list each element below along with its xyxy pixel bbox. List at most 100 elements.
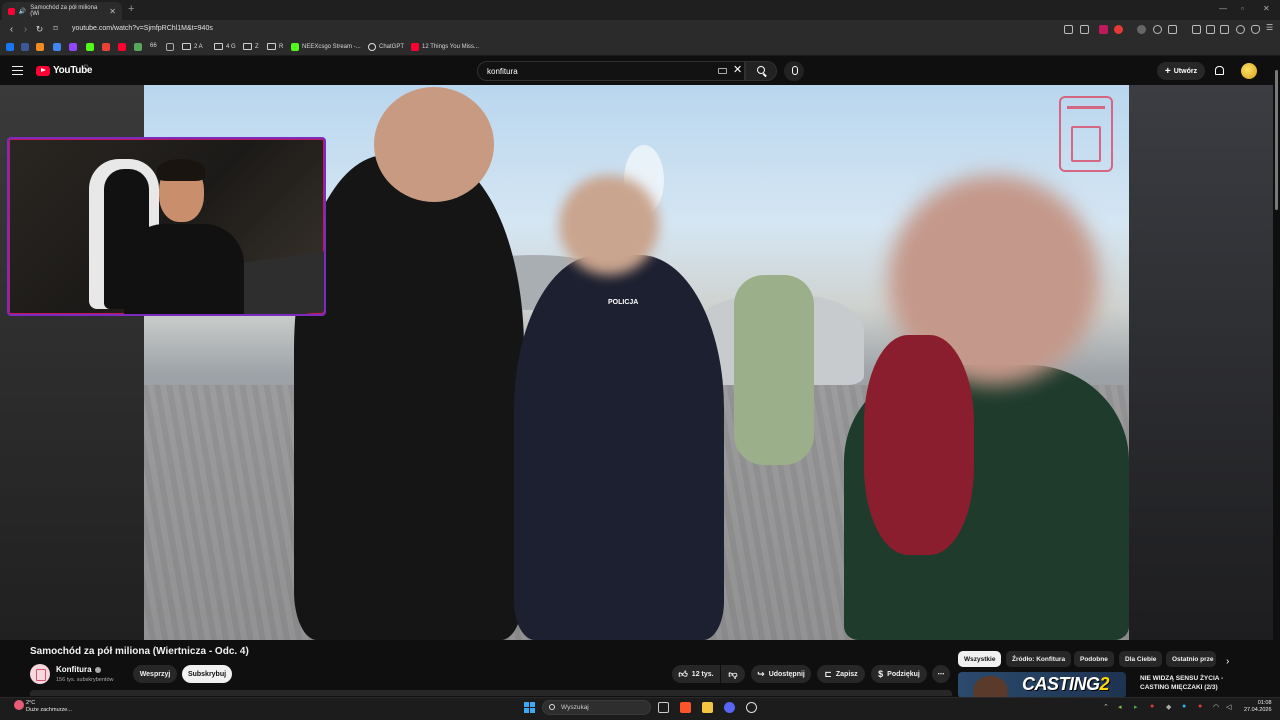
- wallet-icon[interactable]: [1220, 25, 1229, 34]
- back-icon[interactable]: ‹: [4, 24, 19, 35]
- youtube-favicon-icon: [8, 7, 15, 15]
- subscribe-button[interactable]: Subskrybuj: [182, 665, 232, 683]
- thumbs-down-icon: 👎︎: [728, 668, 738, 679]
- keyboard-icon[interactable]: [718, 68, 727, 74]
- more-actions-button[interactable]: ⋯: [932, 665, 950, 683]
- tray-chevron-icon[interactable]: ⌃: [1103, 703, 1109, 711]
- extension-icon-4[interactable]: [1168, 25, 1177, 34]
- steam-icon[interactable]: ●: [1182, 703, 1186, 710]
- start-button-icon[interactable]: [524, 702, 535, 713]
- music-icon[interactable]: [1192, 25, 1201, 34]
- discord-icon[interactable]: [724, 702, 735, 713]
- reload-icon[interactable]: ↻: [32, 24, 47, 35]
- recommendation-title[interactable]: NIE WIDZĄ SENSU ŻYCIA - CASTING MIĘCZAKI…: [1140, 674, 1250, 692]
- chip-for-you[interactable]: Dla Ciebie: [1119, 651, 1163, 667]
- bookmark-link[interactable]: ChatGPT: [368, 43, 404, 51]
- chip-similar[interactable]: Podobne: [1074, 651, 1114, 667]
- volume-icon[interactable]: ◁: [1226, 703, 1231, 711]
- maximize-icon[interactable]: ▫: [1241, 4, 1244, 13]
- browser-tab-active[interactable]: 🔊 Samochód za pół miliona (Wi ✕: [2, 2, 122, 20]
- bookmark-page-icon[interactable]: ⌑: [48, 24, 63, 33]
- channel-watermark-icon: [1059, 96, 1113, 172]
- weather-icon[interactable]: [14, 700, 24, 710]
- tray-app-icon[interactable]: ◆: [1166, 703, 1171, 711]
- task-view-icon[interactable]: [658, 702, 669, 713]
- minimize-icon[interactable]: —: [1219, 4, 1227, 13]
- channel-avatar[interactable]: [30, 664, 50, 684]
- bookmark-folder[interactable]: R: [267, 43, 283, 50]
- tab-title: Samochód za pół miliona (Wi: [30, 5, 98, 17]
- bookmark-link[interactable]: 12 Things You Miss...: [411, 43, 479, 51]
- bookmark-66[interactable]: 66: [150, 43, 157, 49]
- tray-app-icon[interactable]: ▸: [1134, 703, 1138, 711]
- folder-icon: [267, 43, 276, 50]
- ambient-right: [1129, 85, 1280, 640]
- system-clock[interactable]: 01:08 27.04.2026: [1244, 700, 1272, 714]
- extension-shield-icon[interactable]: [1114, 25, 1123, 34]
- support-button[interactable]: Wesprzyj: [133, 665, 177, 683]
- close-window-icon[interactable]: ✕: [1263, 4, 1270, 13]
- bookmark-icon[interactable]: [53, 43, 61, 51]
- bookmark-icon[interactable]: [166, 43, 174, 51]
- taskbar-search[interactable]: Wyszukaj: [542, 700, 651, 715]
- kick-icon[interactable]: [86, 43, 94, 51]
- dislike-button[interactable]: 👎︎: [721, 665, 745, 683]
- chevron-right-icon[interactable]: ›: [1226, 656, 1229, 667]
- bookmark-folder[interactable]: Z: [243, 43, 259, 50]
- settings-icon[interactable]: [1236, 25, 1245, 34]
- thanks-icon: $: [878, 669, 884, 679]
- obs-icon[interactable]: [746, 702, 757, 713]
- bookmark-icon[interactable]: [21, 43, 29, 51]
- like-button[interactable]: 👍︎ 12 tys.: [672, 665, 720, 683]
- extension-icon[interactable]: [1099, 25, 1108, 34]
- file-explorer-icon[interactable]: [702, 702, 713, 713]
- bookmark-link[interactable]: NEEXcsgo Stream -...: [291, 43, 361, 51]
- mic-muted-icon[interactable]: ●: [1198, 703, 1202, 710]
- wifi-icon[interactable]: ◠: [1213, 703, 1219, 711]
- extension-icon-3[interactable]: [1153, 25, 1162, 34]
- extension-icon-2[interactable]: [1137, 25, 1146, 34]
- brave-browser-icon[interactable]: [680, 702, 691, 713]
- menu-icon[interactable]: ☰: [1266, 23, 1275, 32]
- bookmark-folder[interactable]: 4 G: [214, 43, 236, 50]
- install-app-icon[interactable]: [1064, 25, 1073, 34]
- voice-search-icon[interactable]: [784, 61, 804, 81]
- close-tab-icon[interactable]: ✕: [109, 7, 116, 16]
- weather-widget[interactable]: 2°C Duże zachmurze...: [26, 700, 72, 714]
- new-tab-icon[interactable]: +: [128, 3, 134, 15]
- bookmark-folder[interactable]: 2 A: [182, 43, 203, 50]
- twitch-icon[interactable]: [69, 43, 77, 51]
- recommendation-thumbnail[interactable]: CASTING2: [958, 672, 1126, 698]
- forward-icon[interactable]: ›: [18, 24, 33, 35]
- facebook-icon[interactable]: [6, 43, 14, 51]
- bookmark-icon[interactable]: [134, 43, 142, 51]
- gmail-icon[interactable]: [102, 43, 110, 51]
- channel-name[interactable]: Konfitura: [56, 665, 101, 674]
- sidebar-icon[interactable]: [1206, 25, 1215, 34]
- tray-app-icon[interactable]: ◂: [1118, 703, 1122, 711]
- hamburger-menu-icon[interactable]: [12, 66, 23, 75]
- brave-shield-icon[interactable]: [1251, 25, 1260, 34]
- save-button[interactable]: ⊏ Zapisz: [817, 665, 865, 683]
- chip-recent[interactable]: Ostatnio prze: [1166, 651, 1216, 667]
- speaker-icon[interactable]: 🔊: [19, 8, 26, 15]
- tray-app-icon[interactable]: ●: [1150, 703, 1154, 710]
- share-button[interactable]: ↪ Udostępnij: [751, 665, 811, 683]
- bookmark-icon[interactable]: [36, 43, 44, 51]
- notifications-bell-icon[interactable]: [1215, 66, 1224, 75]
- url-field[interactable]: youtube.com/watch?v=SjmfpRChl1M&t=940s: [72, 25, 213, 32]
- search-input[interactable]: konfitura: [477, 61, 745, 81]
- streamer-body: [124, 224, 244, 314]
- youtube-bookmark-icon[interactable]: [118, 43, 126, 51]
- blurred-face: [559, 175, 659, 275]
- description-box[interactable]: [30, 690, 952, 696]
- search-value: konfitura: [487, 67, 518, 76]
- scrollbar-thumb[interactable]: [1275, 70, 1278, 210]
- thanks-button[interactable]: $ Podziękuj: [871, 665, 927, 683]
- chip-source[interactable]: Źródło: Konfitura: [1006, 651, 1072, 667]
- avatar[interactable]: [1241, 63, 1257, 79]
- create-button[interactable]: + Utwórz: [1157, 62, 1205, 80]
- share-page-icon[interactable]: [1080, 25, 1089, 34]
- chip-all[interactable]: Wszystkie: [958, 651, 1002, 667]
- clear-search-icon[interactable]: ✕: [733, 63, 742, 76]
